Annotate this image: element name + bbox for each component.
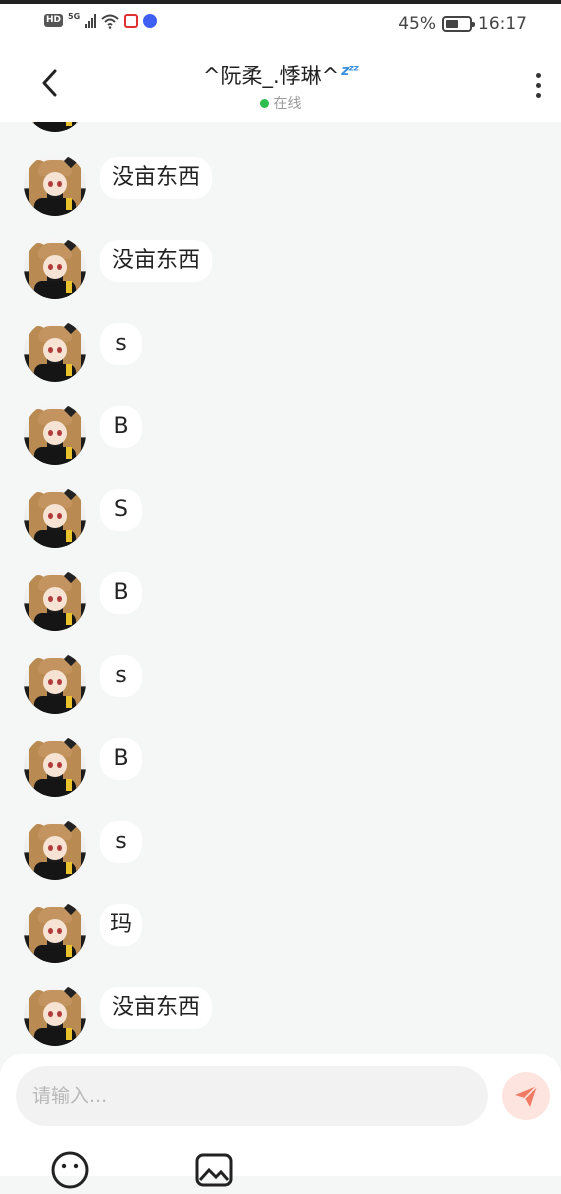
app-notification-icon (124, 13, 139, 28)
message-row: 玛 (24, 901, 143, 965)
online-status: 在线 (259, 93, 302, 113)
composer (0, 1054, 561, 1189)
title-block: ^阮柔_.悸琳^ zᶻᶻ 在线 (0, 60, 561, 113)
more-vertical-icon (535, 72, 541, 78)
message-list[interactable]: 没亩东西 没亩东西 s B S B s B s 玛 没亩东西 (0, 122, 561, 1054)
network-type: 5G (68, 12, 81, 21)
online-status-text: 在线 (273, 96, 302, 112)
message-row: s (24, 320, 142, 384)
avatar[interactable] (24, 901, 86, 963)
avatar[interactable] (24, 569, 86, 631)
emoji-icon (51, 1151, 89, 1189)
message-bubble[interactable]: B (100, 738, 142, 780)
contact-name-text: ^阮柔_.悸琳^ (202, 64, 340, 88)
signal-icon (85, 13, 97, 28)
image-button[interactable] (194, 1150, 234, 1190)
status-icons-right: 45% 16:17 (398, 14, 527, 34)
avatar[interactable] (24, 122, 86, 132)
message-row: B (24, 569, 142, 633)
message-row: B (24, 403, 142, 467)
chat-header: ^阮柔_.悸琳^ zᶻᶻ 在线 (0, 48, 561, 122)
music-app-icon (143, 13, 158, 28)
message-row: s (24, 818, 142, 882)
message-row: s (24, 652, 142, 716)
sleeping-zzz-icon: zᶻᶻ (341, 63, 359, 79)
message-row: S (24, 486, 142, 550)
message-bubble[interactable]: 没亩东西 (100, 157, 213, 199)
message-bubble[interactable]: s (100, 655, 142, 697)
contact-name[interactable]: ^阮柔_.悸琳^ zᶻᶻ (202, 60, 359, 90)
message-bubble[interactable]: 没亩东西 (100, 987, 213, 1029)
avatar[interactable] (24, 486, 86, 548)
online-dot-icon (259, 98, 269, 108)
paper-plane-icon (515, 1085, 538, 1107)
clock: 16:17 (478, 14, 527, 34)
image-icon (195, 1153, 233, 1187)
avatar[interactable] (24, 403, 86, 465)
avatar[interactable] (24, 652, 86, 714)
battery-icon (442, 16, 475, 32)
message-row: 没亩东西 (24, 154, 213, 218)
status-icons-left: HD 5G (44, 12, 158, 29)
wifi-icon (101, 14, 119, 29)
message-bubble[interactable]: 没亩东西 (100, 240, 213, 282)
message-row: 没亩东西 (24, 984, 213, 1048)
message-bubble[interactable]: s (100, 323, 142, 365)
avatar[interactable] (24, 320, 86, 382)
message-bubble[interactable]: S (100, 489, 142, 531)
message-input[interactable] (16, 1066, 488, 1126)
message-bubble[interactable]: s (100, 821, 142, 863)
status-bar: HD 5G 45% 16:17 (0, 4, 561, 48)
message-row: B (24, 735, 142, 799)
message-bubble[interactable]: B (100, 406, 142, 448)
message-row: 没亩东西 (24, 237, 213, 301)
battery-percent: 45% (398, 14, 436, 34)
avatar[interactable] (24, 154, 86, 216)
send-button[interactable] (502, 1072, 550, 1120)
message-row-partial (24, 122, 86, 134)
avatar[interactable] (24, 735, 86, 797)
avatar[interactable] (24, 237, 86, 299)
more-options-button[interactable] (529, 68, 547, 102)
avatar[interactable] (24, 984, 86, 1046)
message-bubble[interactable]: B (100, 572, 142, 614)
avatar[interactable] (24, 818, 86, 880)
message-bubble[interactable]: 玛 (100, 904, 143, 946)
hd-badge: HD (44, 14, 64, 27)
emoji-button[interactable] (50, 1150, 90, 1190)
